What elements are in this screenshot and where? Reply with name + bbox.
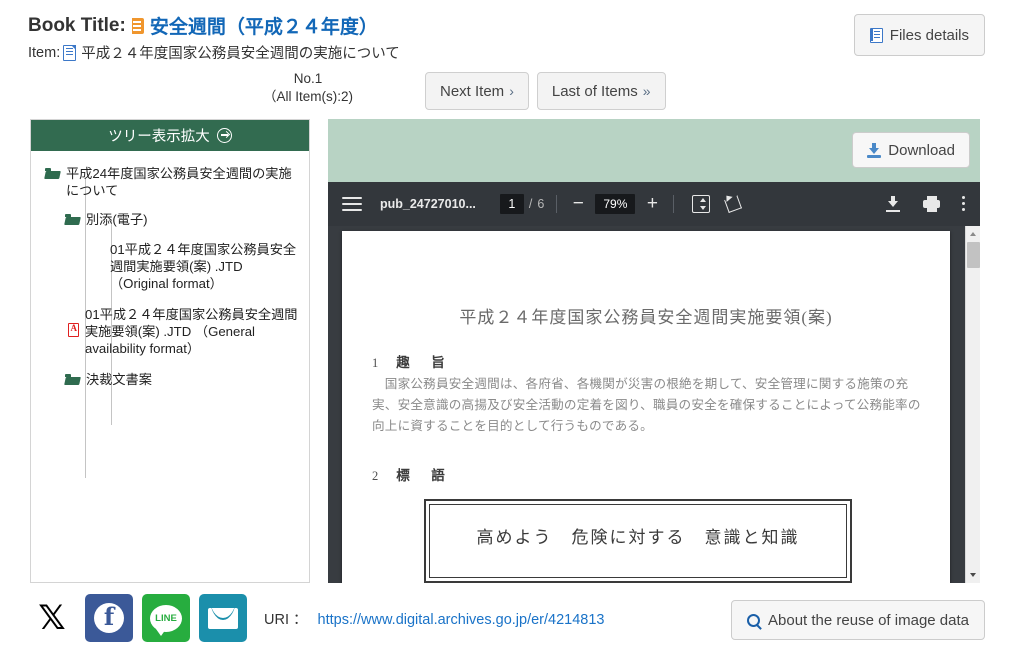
line-share-icon[interactable]: LINE (142, 594, 190, 642)
pdf-section-heading: 1 趣 旨 (372, 351, 449, 372)
pdf-section-number: 2 (372, 469, 379, 483)
tree-node-label: 01平成２４年度国家公務員安全週間実施要領(案) .JTD （General a… (85, 307, 298, 356)
pdf-section-number: 1 (372, 356, 379, 370)
item-navigation: Next Item › Last of Items » (425, 72, 666, 110)
item-number: No.1 (293, 71, 323, 86)
item-label: Item: (28, 44, 61, 61)
last-of-items-label: Last of Items (551, 82, 638, 100)
tree-node[interactable]: 別添(電子) (65, 211, 301, 228)
pdf-page-input[interactable]: 1 (499, 194, 524, 214)
download-icon (867, 142, 882, 158)
pdf-toolbar-actions (885, 196, 966, 212)
tree-node-label: 01平成２４年度国家公務員安全週間実施要領(案) .JTD （Original … (110, 242, 297, 291)
tree-node-label: 決裁文書案 (86, 372, 152, 387)
facebook-share-icon[interactable]: f (85, 594, 133, 642)
x-twitter-share-icon[interactable]: 𝕏 (28, 594, 76, 642)
chevron-double-right-icon: » (642, 83, 651, 99)
folder-icon (65, 373, 80, 385)
toolbar-divider (556, 195, 558, 213)
pdf-scrollbar[interactable] (965, 226, 980, 583)
reuse-button-label: About the reuse of image data (768, 611, 969, 629)
tree-node-label: 平成24年度国家公務員安全週間の実施について (66, 166, 292, 198)
scrollbar-thumb[interactable] (967, 242, 980, 268)
pdf-section-title: 趣 旨 (396, 355, 449, 370)
zoom-level-display: 79% (595, 194, 636, 214)
pdf-page-separator: / (528, 197, 533, 211)
facebook-glyph: f (94, 603, 124, 633)
last-of-items-button[interactable]: Last of Items » (536, 72, 666, 110)
zoom-out-button[interactable]: − (569, 193, 587, 215)
reuse-image-data-button[interactable]: About the reuse of image data (731, 600, 985, 640)
download-label: Download (888, 141, 955, 159)
book-title-value[interactable]: 安全週間（平成２４年度） (150, 12, 378, 39)
pdf-section-title: 標 語 (396, 468, 449, 483)
item-total: （All Item(s):2) (262, 89, 353, 104)
download-button[interactable]: Download (852, 132, 970, 168)
print-icon[interactable] (923, 196, 940, 212)
hamburger-menu-icon[interactable] (342, 197, 362, 211)
tree-expand-label: ツリー表示拡大 (108, 129, 210, 145)
uri-link[interactable]: https://www.digital.archives.go.jp/er/42… (318, 612, 605, 628)
page-root: Book Title: 安全週間（平成２４年度） Item: 平成２４年度国家公… (0, 0, 1009, 668)
pdf-toolbar: pub_24727010... 1 / 6 − 79% + (328, 182, 980, 226)
arrow-right-circle-icon (216, 128, 232, 143)
uri-line: URI ： https://www.digital.archives.go.jp… (264, 608, 604, 629)
tree-body: 平成24年度国家公務員安全週間の実施について 別添(電子) 01平成２４年度国家… (31, 151, 309, 478)
page-footer: 𝕏 f LINE URI ： https://www.digital.archi… (0, 588, 1009, 668)
next-item-label: Next Item (440, 82, 505, 100)
line-glyph: LINE (150, 604, 182, 636)
scroll-up-arrow-icon[interactable] (966, 226, 980, 241)
pdf-icon (68, 323, 79, 337)
x-glyph: 𝕏 (38, 598, 66, 638)
envelope-glyph (208, 607, 238, 629)
pdf-page-total: 6 (537, 197, 545, 211)
pdf-page-control: 1 / 6 (499, 194, 545, 214)
rotate-counterclockwise-icon[interactable] (724, 195, 742, 213)
pdf-viewport[interactable]: 平成２４年度国家公務員安全週間実施要領(案) 1 趣 旨 国家公務員安全週間は、… (328, 226, 980, 583)
pdf-slogan-box: 高めよう 危険に対する 意識と知識 (424, 499, 852, 583)
tree-node[interactable]: 01平成２４年度国家公務員安全週間実施要領(案) .JTD （Original … (89, 241, 301, 292)
tree-node[interactable]: 平成24年度国家公務員安全週間の実施について (45, 165, 301, 199)
viewer-panel: Download pub_24727010... 1 / 6 − 79% + 平… (328, 119, 980, 583)
zoom-in-button[interactable]: + (643, 193, 661, 215)
folder-icon (65, 213, 80, 225)
item-value: 平成２４年度国家公務員安全週間の実施について (81, 46, 400, 62)
search-icon (747, 613, 761, 627)
pdf-download-icon[interactable] (885, 196, 901, 212)
item-counter: No.1 （All Item(s):2) (243, 70, 373, 106)
pdf-section-body: 国家公務員安全週間は、各府省、各機関が災害の根絶を期して、安全管理に関する施策の… (372, 377, 921, 433)
tree-expand-header[interactable]: ツリー表示拡大 (31, 120, 309, 151)
pdf-filename: pub_24727010... (380, 197, 476, 211)
more-vertical-icon[interactable] (962, 196, 966, 212)
next-item-button[interactable]: Next Item › (425, 72, 529, 110)
document-icon (63, 44, 77, 61)
viewer-top-bar: Download (328, 119, 980, 182)
tree-panel: ツリー表示拡大 平成24年度国家公務員安全週間の実施について 別添(電子) 01… (30, 119, 310, 583)
item-line: Item: 平成２４年度国家公務員安全週間の実施について (28, 42, 400, 63)
scroll-down-arrow-icon[interactable] (966, 568, 980, 583)
files-details-label: Files details (889, 26, 969, 44)
fit-to-page-icon[interactable] (692, 195, 711, 213)
folder-icon (45, 167, 60, 179)
book-icon (869, 27, 883, 43)
toolbar-divider (673, 195, 675, 213)
pdf-viewer: pub_24727010... 1 / 6 − 79% + 平成２４年度国家公務… (328, 182, 980, 583)
book-title-label: Book Title: (28, 14, 126, 36)
social-share-bar: 𝕏 f LINE (28, 594, 247, 642)
pdf-section-heading: 2 標 語 (372, 464, 449, 485)
files-details-button[interactable]: Files details (853, 14, 985, 56)
uri-label: URI ： (264, 612, 308, 628)
pdf-document-title: 平成２４年度国家公務員安全週間実施要領(案) (459, 308, 833, 327)
pdf-page: 平成２４年度国家公務員安全週間実施要領(案) 1 趣 旨 国家公務員安全週間は、… (342, 231, 950, 583)
tree-node[interactable]: 決裁文書案 (65, 371, 301, 388)
chevron-right-icon: › (509, 83, 514, 99)
book-icon (128, 17, 144, 34)
tree-node[interactable]: 01平成２４年度国家公務員安全週間実施要領(案) .JTD （General a… (68, 306, 301, 357)
tree-node-label: 別添(電子) (86, 212, 148, 227)
page-header: Book Title: 安全週間（平成２４年度） Item: 平成２４年度国家公… (0, 0, 1009, 112)
email-share-icon[interactable] (199, 594, 247, 642)
pdf-slogan-text: 高めよう 危険に対する 意識と知識 (476, 528, 800, 547)
book-title: Book Title: 安全週間（平成２４年度） (28, 12, 378, 39)
